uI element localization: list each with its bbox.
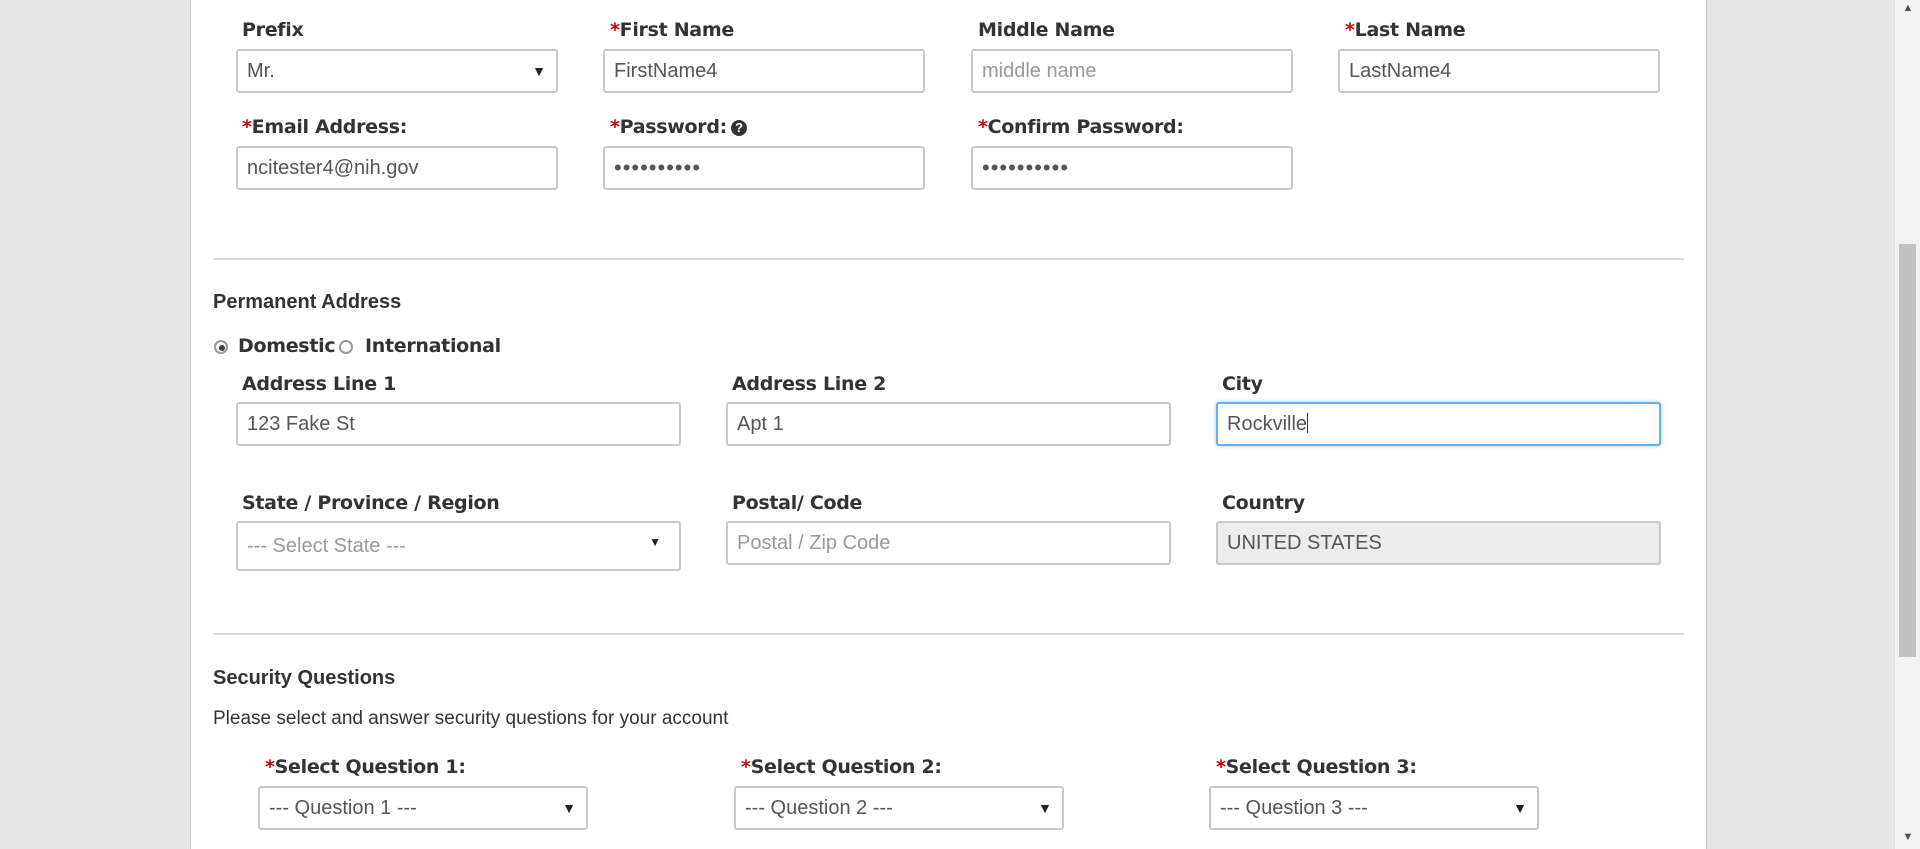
chevron-down-icon: ▼ — [1513, 800, 1527, 816]
section-divider — [213, 258, 1684, 260]
confirm-password-field[interactable]: •••••••••• — [971, 146, 1293, 190]
address-line2-input[interactable]: Apt 1 — [726, 402, 1171, 446]
registration-form-panel: Prefix Mr. ▼ *First Name FirstName4 Midd… — [190, 0, 1707, 849]
required-marker: * — [741, 756, 751, 778]
required-marker: * — [1345, 19, 1355, 41]
state-label: State / Province / Region — [242, 492, 500, 514]
required-marker: * — [1216, 756, 1226, 778]
chevron-down-icon: ▼ — [649, 535, 661, 549]
scroll-down-arrow-icon[interactable]: ▼ — [1895, 831, 1920, 843]
middle-name-label: Middle Name — [978, 19, 1115, 41]
password-label-text: Password: — [619, 116, 728, 138]
address-line2-label: Address Line 2 — [732, 373, 887, 395]
question2-select[interactable]: --- Question 2 --- ▼ — [734, 786, 1064, 830]
password-field[interactable]: •••••••••• — [603, 146, 925, 190]
city-label: City — [1222, 373, 1263, 395]
question1-value: --- Question 1 --- — [269, 797, 417, 819]
required-marker: * — [610, 19, 620, 41]
radio-international[interactable] — [339, 340, 353, 354]
chevron-down-icon: ▼ — [562, 800, 576, 816]
confirm-password-label: *Confirm Password: — [978, 116, 1184, 138]
required-marker: * — [978, 116, 988, 138]
required-marker: * — [610, 116, 620, 138]
question2-label: *Select Question 2: — [741, 756, 942, 778]
chevron-down-icon: ▼ — [532, 63, 546, 79]
text-cursor — [1307, 413, 1309, 433]
postal-code-input[interactable]: Postal / Zip Code — [726, 521, 1171, 565]
country-label: Country — [1222, 492, 1305, 514]
question3-label-text: Select Question 3: — [1225, 756, 1417, 778]
last-name-label: *Last Name — [1345, 19, 1466, 41]
section-divider — [213, 633, 1684, 635]
question1-label: *Select Question 1: — [265, 756, 466, 778]
question2-label-text: Select Question 2: — [750, 756, 942, 778]
radio-international-label[interactable]: International — [365, 335, 501, 357]
last-name-input[interactable]: LastName4 — [1338, 49, 1660, 93]
question3-select[interactable]: --- Question 3 --- ▼ — [1209, 786, 1539, 830]
question2-value: --- Question 2 --- — [745, 797, 893, 819]
scrollbar-thumb[interactable] — [1899, 244, 1916, 657]
question3-value: --- Question 3 --- — [1220, 797, 1368, 819]
address-line1-input[interactable]: 123 Fake St — [236, 402, 681, 446]
radio-domestic[interactable] — [214, 340, 228, 354]
postal-code-label: Postal/ Code — [732, 492, 863, 514]
question1-label-text: Select Question 1: — [274, 756, 466, 778]
scroll-up-arrow-icon[interactable]: ▲ — [1895, 2, 1920, 14]
state-select[interactable]: --- Select State --- ▼ — [236, 521, 681, 571]
chevron-down-icon: ▼ — [1038, 800, 1052, 816]
page-scrollbar[interactable]: ▲ ▼ — [1894, 0, 1920, 849]
required-marker: * — [265, 756, 275, 778]
radio-domestic-label[interactable]: Domestic — [238, 335, 336, 357]
middle-name-input[interactable]: middle name — [971, 49, 1293, 93]
security-questions-title: Security Questions — [213, 667, 396, 689]
question-circle-icon[interactable]: ? — [730, 120, 747, 136]
city-value: Rockville — [1227, 413, 1308, 435]
email-label: *Email Address: — [242, 116, 407, 138]
city-input[interactable]: Rockville — [1216, 402, 1661, 446]
last-name-label-text: Last Name — [1354, 19, 1466, 41]
country-field: UNITED STATES — [1216, 521, 1661, 565]
permanent-address-title: Permanent Address — [213, 291, 402, 313]
email-field[interactable]: ncitester4@nih.gov — [236, 146, 558, 190]
first-name-label: *First Name — [610, 19, 734, 41]
question3-label: *Select Question 3: — [1216, 756, 1417, 778]
first-name-label-text: First Name — [619, 19, 735, 41]
first-name-input[interactable]: FirstName4 — [603, 49, 925, 93]
email-label-text: Email Address: — [251, 116, 408, 138]
prefix-label: Prefix — [242, 19, 304, 41]
prefix-value: Mr. — [247, 60, 275, 82]
address-line1-label: Address Line 1 — [242, 373, 397, 395]
state-value: --- Select State --- — [247, 535, 406, 557]
required-marker: * — [242, 116, 252, 138]
security-questions-description: Please select and answer security questi… — [213, 708, 729, 729]
prefix-select[interactable]: Mr. ▼ — [236, 49, 558, 93]
confirm-password-label-text: Confirm Password: — [987, 116, 1184, 138]
password-label: *Password:? — [610, 116, 747, 138]
question1-select[interactable]: --- Question 1 --- ▼ — [258, 786, 588, 830]
